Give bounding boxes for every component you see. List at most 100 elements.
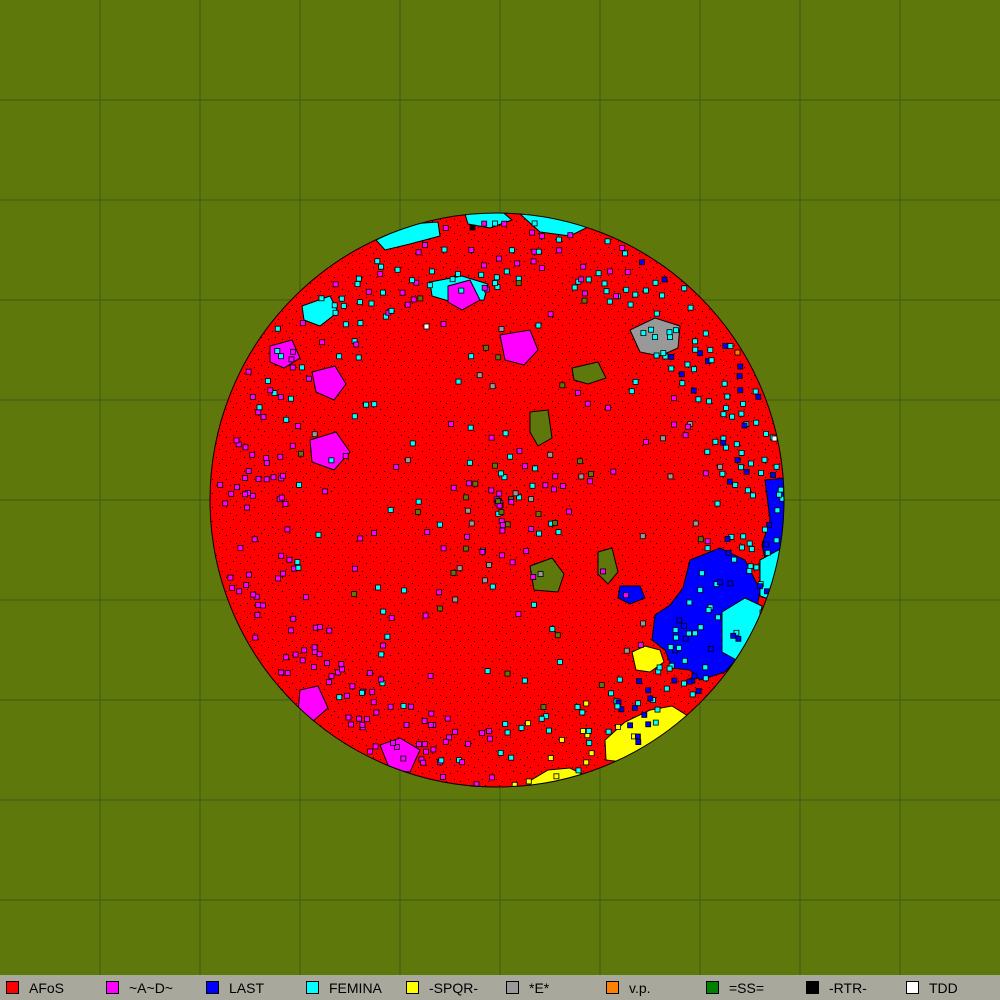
plot-marker: [667, 334, 673, 341]
plot-marker: [421, 741, 428, 748]
plot-marker: [502, 721, 509, 727]
plot-marker: [486, 728, 493, 734]
plot-marker: [452, 596, 459, 603]
plot-marker: [699, 570, 705, 577]
plot-marker: [328, 457, 335, 464]
plot-marker: [476, 372, 483, 379]
plot-marker: [702, 470, 709, 477]
plot-marker: [488, 487, 495, 494]
plot-marker: [738, 410, 745, 417]
plot-marker: [292, 651, 299, 658]
plot-marker: [707, 646, 714, 652]
plot-marker: [738, 449, 745, 456]
plot-marker: [605, 404, 611, 411]
plot-marker: [536, 530, 542, 537]
plot-marker: [586, 740, 593, 746]
plot-marker: [355, 354, 362, 361]
plot-marker: [441, 246, 448, 253]
plot-marker: [424, 529, 431, 535]
plot-marker: [228, 490, 235, 497]
plot-marker: [267, 387, 274, 394]
plot-marker: [660, 435, 666, 442]
plot-marker: [753, 419, 760, 426]
plot-marker: [615, 724, 621, 730]
plot-marker: [417, 295, 424, 302]
plot-marker: [702, 330, 709, 337]
plot-marker: [540, 704, 547, 710]
plot-marker: [436, 521, 443, 528]
green-square-icon: [706, 981, 719, 994]
plot-marker: [685, 423, 691, 430]
plot-marker: [351, 413, 358, 420]
plot-marker: [645, 721, 652, 728]
plot-marker: [498, 552, 505, 559]
plot-marker: [635, 733, 641, 740]
plot-marker: [450, 569, 457, 576]
plot-marker: [723, 444, 729, 451]
plot-marker: [483, 344, 489, 351]
plot-marker: [249, 492, 256, 499]
plot-marker: [687, 304, 694, 311]
legend-item-e: *E*: [500, 975, 600, 1000]
plot-marker: [729, 413, 735, 420]
plot-marker: [746, 568, 753, 574]
plot-marker: [437, 605, 443, 612]
plot-marker: [516, 448, 523, 454]
plot-marker: [393, 463, 400, 470]
plot-marker: [539, 233, 545, 240]
world-map[interactable]: [0, 0, 1000, 975]
plot-marker: [666, 665, 673, 672]
plot-marker: [294, 559, 301, 565]
plot-marker: [289, 364, 296, 371]
plot-marker: [525, 720, 531, 727]
legend-label: LAST: [229, 979, 265, 996]
legend-label: -SPQR-: [429, 979, 478, 996]
plot-marker: [671, 395, 677, 402]
plot-marker: [692, 520, 699, 527]
plot-marker: [280, 472, 286, 479]
map-canvas[interactable]: [0, 0, 1000, 975]
plot-marker: [606, 298, 613, 305]
plot-marker: [530, 574, 537, 580]
plot-marker: [762, 526, 768, 533]
yellow-square-icon: [406, 981, 419, 994]
plot-marker: [715, 614, 721, 621]
plot-marker: [284, 670, 291, 676]
plot-marker: [636, 678, 642, 685]
plot-marker: [290, 615, 297, 622]
plot-marker: [290, 348, 296, 355]
plot-marker: [440, 321, 447, 327]
plot-marker: [559, 737, 565, 743]
plot-marker: [277, 453, 284, 460]
plot-marker: [338, 661, 345, 667]
plot-marker: [288, 395, 294, 402]
plot-marker: [264, 378, 271, 384]
plot-marker: [311, 431, 318, 438]
plot-marker: [486, 562, 493, 568]
plot-marker: [535, 511, 542, 517]
plot-marker: [373, 709, 380, 716]
plot-marker: [277, 394, 284, 401]
plot-marker: [585, 728, 592, 734]
plot-marker: [249, 393, 256, 400]
plot-marker: [555, 529, 562, 535]
plot-marker: [462, 494, 469, 501]
tdd-marker: [771, 435, 778, 442]
plot-marker: [579, 709, 586, 716]
plot-marker: [468, 520, 475, 527]
plot-marker: [600, 568, 606, 575]
plot-marker: [254, 612, 261, 618]
plot-marker: [310, 664, 317, 670]
plot-marker: [515, 280, 522, 287]
plot-marker: [607, 268, 613, 275]
plot-marker: [681, 657, 688, 664]
plot-marker: [679, 380, 686, 387]
plot-marker: [743, 468, 750, 475]
plot-marker: [681, 285, 688, 292]
plot-marker: [690, 387, 697, 394]
plot-marker: [686, 678, 693, 685]
plot-marker: [627, 301, 634, 308]
plot-marker: [319, 339, 326, 346]
plot-marker: [380, 608, 387, 615]
plot-marker: [574, 704, 581, 710]
